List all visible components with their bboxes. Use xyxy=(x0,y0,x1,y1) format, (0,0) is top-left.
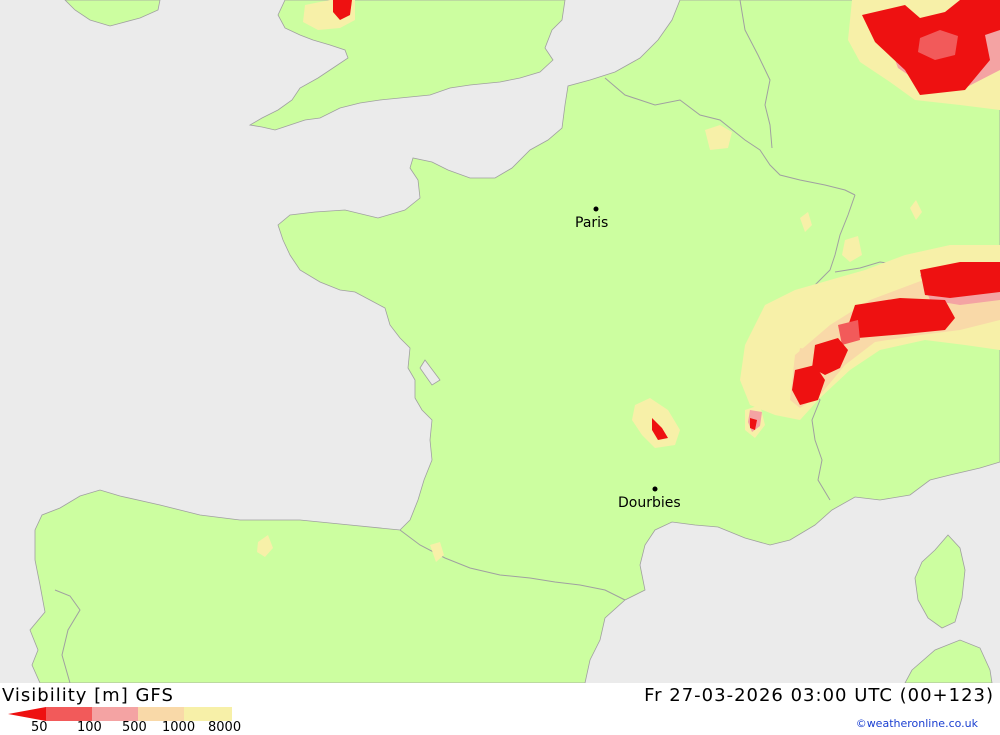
map-canvas: Paris Dourbies xyxy=(0,0,1000,683)
legend-color-scale xyxy=(8,707,232,721)
city-marker xyxy=(593,206,599,212)
footer-bar: Visibility [m] GFS Fr 27-03-2026 03:00 U… xyxy=(0,683,1000,735)
map-area[interactable]: Paris Dourbies xyxy=(0,0,1000,683)
legend-swatch-50 xyxy=(8,707,46,721)
credit-link[interactable]: ©weatheronline.co.uk xyxy=(856,717,978,730)
model-run-time: Fr 27-03-2026 03:00 UTC (00+123) xyxy=(644,685,994,706)
legend-swatch-8000 xyxy=(184,707,232,721)
city-marker xyxy=(652,486,658,492)
city-label: Paris xyxy=(575,215,608,231)
legend-swatch-500 xyxy=(92,707,138,721)
legend-swatch-100 xyxy=(46,707,92,721)
map-title: Visibility [m] GFS xyxy=(2,685,174,706)
city-label: Dourbies xyxy=(618,495,681,511)
legend-swatch-1000 xyxy=(138,707,184,721)
